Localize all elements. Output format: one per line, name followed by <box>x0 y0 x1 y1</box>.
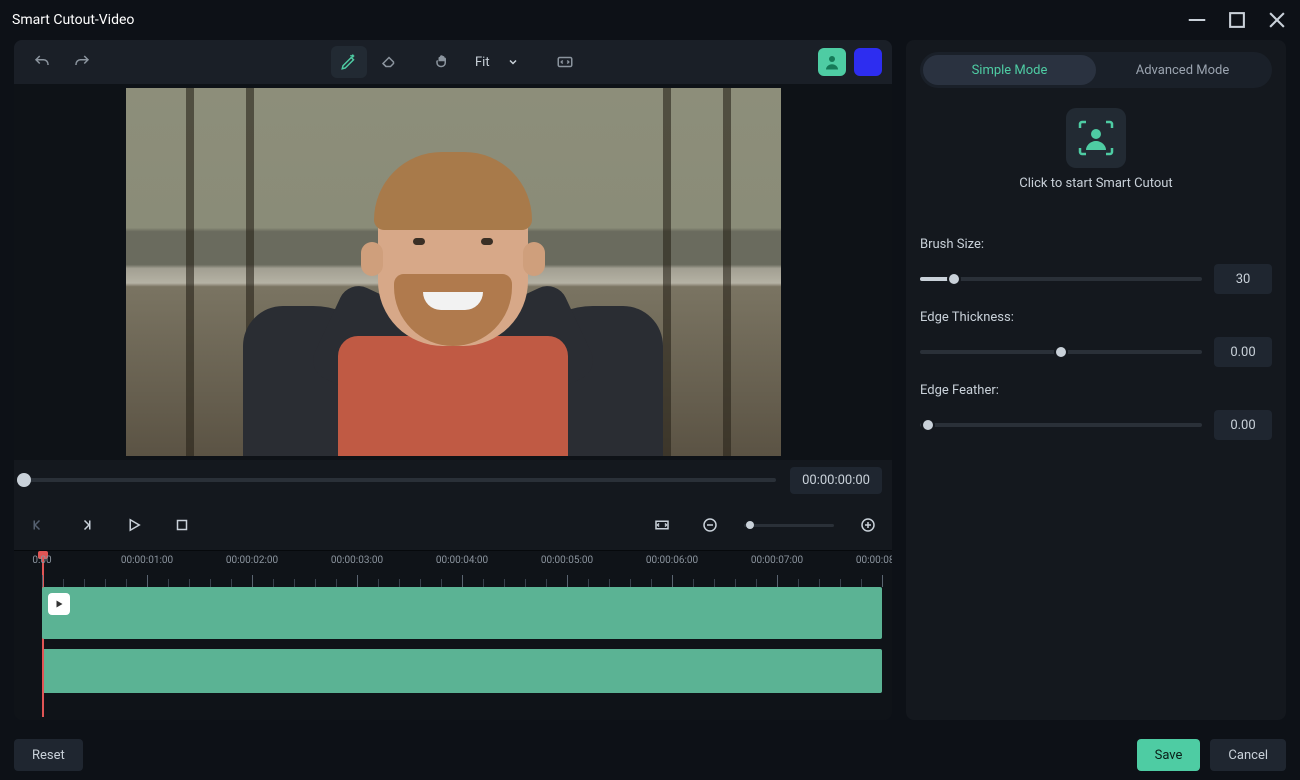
stop-button[interactable] <box>168 511 196 539</box>
minimize-button[interactable] <box>1186 9 1208 31</box>
window-controls <box>1186 9 1288 31</box>
eraser-tool[interactable] <box>371 46 407 78</box>
edge-feather-label: Edge Feather: <box>920 383 1272 398</box>
timeline[interactable]: 0:00 00:00:01:00 00:00:02:00 00:00:03:00 00:… <box>14 550 892 720</box>
play-button[interactable] <box>120 511 148 539</box>
tick-label: 00:00:02:00 <box>226 555 278 566</box>
edge-thickness-slider[interactable] <box>920 350 1202 354</box>
brush-add-tool[interactable] <box>331 46 367 78</box>
edge-feather-thumb[interactable] <box>921 418 935 432</box>
zoom-select[interactable]: Fit <box>465 46 529 78</box>
background-preview-button[interactable] <box>854 48 882 76</box>
pan-tool[interactable] <box>425 46 461 78</box>
editor-toolbar: Fit <box>14 40 892 84</box>
chevron-down-icon <box>507 56 519 68</box>
save-button[interactable]: Save <box>1137 739 1201 771</box>
tick-label: 00:00:07:00 <box>751 555 803 566</box>
editor-panel: Fit <box>14 40 892 720</box>
person-silhouette <box>243 156 663 456</box>
edge-feather-slider[interactable] <box>920 423 1202 427</box>
video-clip[interactable] <box>42 587 882 639</box>
window-title: Smart Cutout-Video <box>12 12 134 28</box>
settings-panel: Simple Mode Advanced Mode Click to start… <box>906 40 1286 720</box>
titlebar: Smart Cutout-Video <box>0 0 1300 40</box>
zoom-in-button[interactable] <box>854 511 882 539</box>
tick-label: 00:00:05:00 <box>541 555 593 566</box>
player-controls <box>14 500 892 550</box>
start-cutout-button[interactable] <box>1066 108 1126 168</box>
edge-thickness-thumb[interactable] <box>1054 345 1068 359</box>
reset-button[interactable]: Reset <box>14 739 83 771</box>
tab-advanced-mode[interactable]: Advanced Mode <box>1096 55 1269 85</box>
tab-simple-mode[interactable]: Simple Mode <box>923 55 1096 85</box>
timeline-zoom-thumb[interactable] <box>746 521 754 529</box>
tick-label: 00:00:08:00 <box>856 555 892 566</box>
maximize-button[interactable] <box>1226 9 1248 31</box>
prev-frame-button[interactable] <box>24 511 52 539</box>
zoom-out-button[interactable] <box>696 511 724 539</box>
compare-toggle[interactable] <box>547 46 583 78</box>
scrubber[interactable] <box>24 478 776 482</box>
scrubber-row: 00:00:00:00 <box>14 460 892 500</box>
clip-tracks <box>14 587 892 693</box>
tick-label: 00:00:06:00 <box>646 555 698 566</box>
timeline-zoom-slider[interactable] <box>744 524 834 527</box>
tick-label: 0:00 <box>32 555 51 566</box>
edge-thickness-label: Edge Thickness: <box>920 310 1272 325</box>
zoom-value: Fit <box>475 55 490 70</box>
brush-size-label: Brush Size: <box>920 237 1272 252</box>
brush-size-value[interactable]: 30 <box>1214 264 1272 294</box>
foreground-preview-button[interactable] <box>818 48 846 76</box>
tick-label: 00:00:01:00 <box>121 555 173 566</box>
tick-label: 00:00:03:00 <box>331 555 383 566</box>
mask-clip[interactable] <box>42 649 882 693</box>
clip-play-icon <box>48 593 70 615</box>
mode-tabs: Simple Mode Advanced Mode <box>920 52 1272 88</box>
video-preview[interactable] <box>14 84 892 460</box>
next-frame-button[interactable] <box>72 511 100 539</box>
time-display: 00:00:00:00 <box>790 467 882 494</box>
footer: Reset Save Cancel <box>0 730 1300 780</box>
person-icon <box>823 53 841 71</box>
redo-button[interactable] <box>64 46 100 78</box>
cancel-button[interactable]: Cancel <box>1210 739 1286 771</box>
close-button[interactable] <box>1266 9 1288 31</box>
aspect-ratio-button[interactable] <box>648 511 676 539</box>
edge-feather-value[interactable]: 0.00 <box>1214 410 1272 440</box>
scrubber-thumb[interactable] <box>17 473 31 487</box>
time-ruler[interactable]: 0:00 00:00:01:00 00:00:02:00 00:00:03:00 00:… <box>14 551 892 587</box>
undo-button[interactable] <box>24 46 60 78</box>
edge-thickness-value[interactable]: 0.00 <box>1214 337 1272 367</box>
smart-cutout-icon <box>1074 116 1118 160</box>
brush-size-thumb[interactable] <box>947 272 961 286</box>
tick-label: 00:00:04:00 <box>436 555 488 566</box>
video-frame <box>126 88 781 456</box>
start-cutout-label: Click to start Smart Cutout <box>920 176 1272 191</box>
brush-size-slider[interactable] <box>920 277 1202 281</box>
